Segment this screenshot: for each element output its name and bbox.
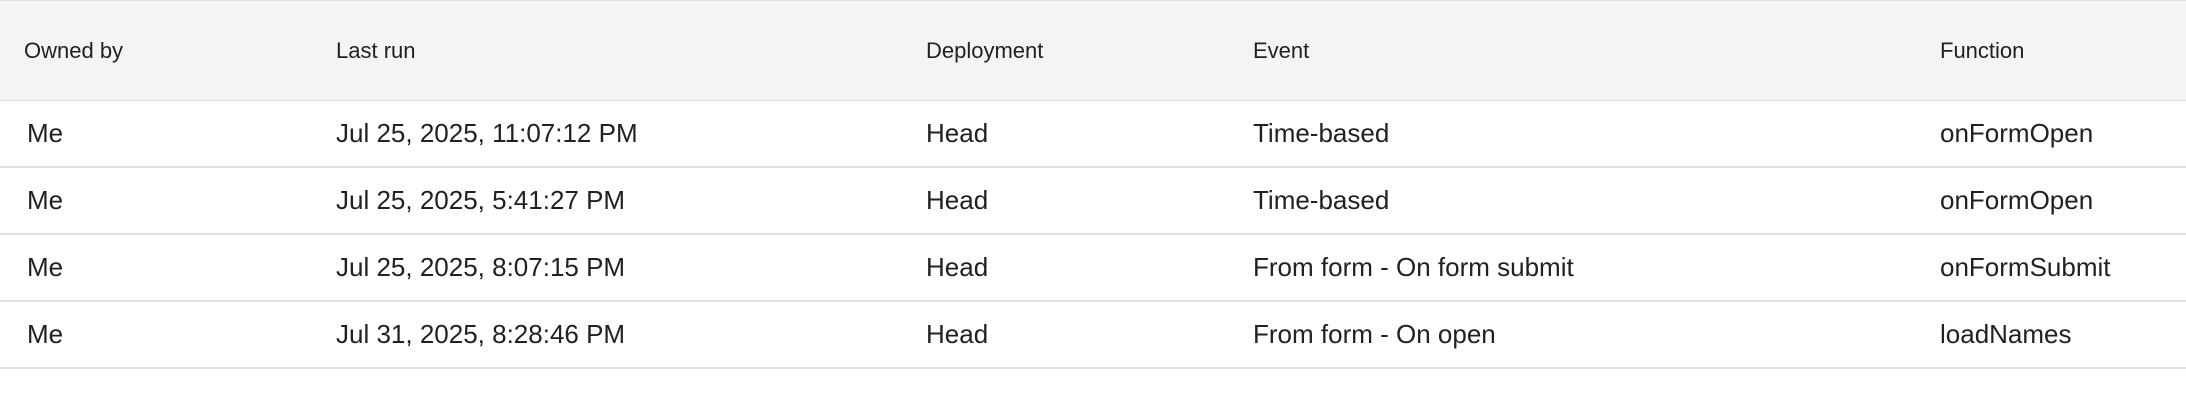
- cell-owned-by: Me: [0, 100, 336, 168]
- cell-owned-by: Me: [0, 301, 336, 369]
- cell-function: loadNames: [1940, 301, 2186, 369]
- cell-event: From form - On open: [1253, 301, 1940, 369]
- column-header-function[interactable]: Function: [1940, 0, 2186, 101]
- cell-event: From form - On form submit: [1253, 234, 1940, 302]
- cell-deployment: Head: [926, 100, 1253, 168]
- table-row[interactable]: Me Jul 25, 2025, 8:07:15 PM Head From fo…: [0, 234, 2186, 302]
- column-header-deployment[interactable]: Deployment: [926, 0, 1253, 101]
- triggers-table: Owned by Last run Deployment Event Funct…: [0, 0, 2186, 369]
- table-header-row: Owned by Last run Deployment Event Funct…: [0, 0, 2186, 101]
- table-row[interactable]: Me Jul 25, 2025, 5:41:27 PM Head Time-ba…: [0, 167, 2186, 235]
- cell-event: Time-based: [1253, 100, 1940, 168]
- cell-deployment: Head: [926, 234, 1253, 302]
- column-header-last-run[interactable]: Last run: [336, 0, 926, 101]
- cell-last-run: Jul 31, 2025, 8:28:46 PM: [336, 301, 926, 369]
- column-header-owned-by[interactable]: Owned by: [0, 0, 336, 101]
- cell-last-run: Jul 25, 2025, 11:07:12 PM: [336, 100, 926, 168]
- cell-last-run: Jul 25, 2025, 5:41:27 PM: [336, 167, 926, 235]
- column-header-event[interactable]: Event: [1253, 0, 1940, 101]
- cell-event: Time-based: [1253, 167, 1940, 235]
- cell-function: onFormOpen: [1940, 167, 2186, 235]
- cell-last-run: Jul 25, 2025, 8:07:15 PM: [336, 234, 926, 302]
- cell-function: onFormSubmit: [1940, 234, 2186, 302]
- table-body: Me Jul 25, 2025, 11:07:12 PM Head Time-b…: [0, 100, 2186, 369]
- table-header: Owned by Last run Deployment Event Funct…: [0, 0, 2186, 101]
- cell-function: onFormOpen: [1940, 100, 2186, 168]
- cell-owned-by: Me: [0, 234, 336, 302]
- table-row[interactable]: Me Jul 25, 2025, 11:07:12 PM Head Time-b…: [0, 100, 2186, 168]
- cell-deployment: Head: [926, 167, 1253, 235]
- cell-owned-by: Me: [0, 167, 336, 235]
- cell-deployment: Head: [926, 301, 1253, 369]
- table-row[interactable]: Me Jul 31, 2025, 8:28:46 PM Head From fo…: [0, 301, 2186, 369]
